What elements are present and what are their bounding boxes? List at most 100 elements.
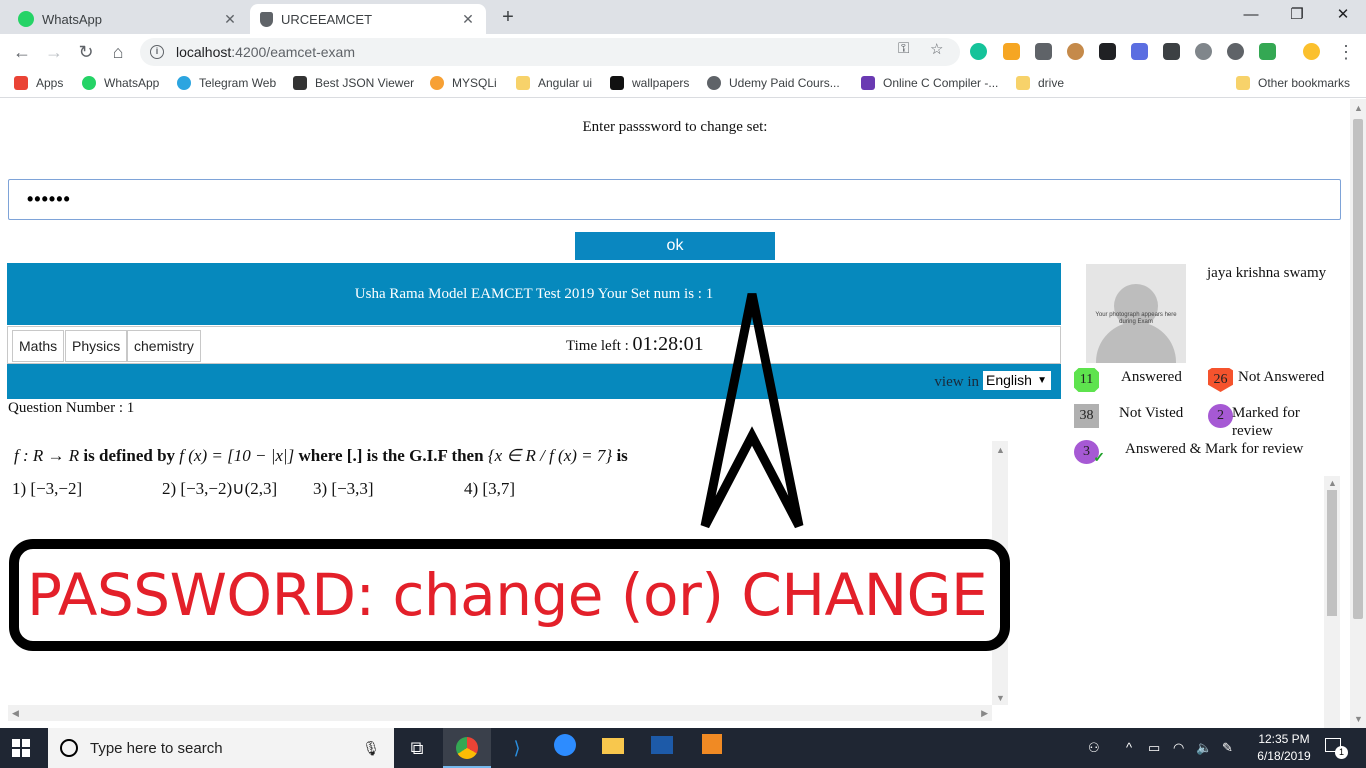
scroll-down-icon[interactable]: ▼: [996, 693, 1005, 703]
close-icon[interactable]: ✕: [222, 11, 238, 28]
clock-time: 12:35 PM: [1258, 732, 1310, 746]
exam-header: Usha Rama Model EAMCET Test 2019 Your Se…: [7, 263, 1061, 325]
option-1[interactable]: 1) [−3,−2]: [12, 479, 82, 499]
question-words: is: [612, 446, 628, 465]
wifi-icon[interactable]: ◠: [1173, 740, 1184, 756]
legend-answered-marked-label: Answered & Mark for review: [1125, 441, 1304, 457]
taskbar-search[interactable]: Type here to search 🎙: [48, 728, 394, 768]
wallpapers-icon: [610, 76, 624, 90]
extension-icon[interactable]: [1227, 43, 1244, 60]
bookmark-item[interactable]: Apps: [14, 76, 63, 90]
palette-scroll-thumb[interactable]: [1327, 490, 1337, 616]
cookie-icon[interactable]: [1067, 43, 1084, 60]
microphone-icon[interactable]: 🎙: [362, 740, 380, 757]
question-hscroll[interactable]: ◀ ▶: [8, 705, 992, 721]
other-bookmarks[interactable]: Other bookmarks: [1236, 76, 1350, 90]
bookmark-label: Udemy Paid Cours...: [729, 76, 840, 90]
bookmarks-bar: Apps WhatsApp Telegram Web Best JSON Vie…: [0, 70, 1366, 98]
palette-scrollbar[interactable]: ▲: [1324, 476, 1340, 728]
close-window-icon[interactable]: ✕: [1320, 0, 1366, 30]
ok-button[interactable]: ok: [575, 232, 775, 260]
sublime-icon[interactable]: [697, 734, 727, 762]
bookmark-item[interactable]: WhatsApp: [82, 76, 159, 90]
grammarly-icon[interactable]: [970, 43, 987, 60]
legend-count: 3: [1083, 444, 1090, 459]
info-icon[interactable]: i: [150, 45, 164, 59]
chrome-icon: [456, 737, 478, 759]
scroll-up-icon[interactable]: ▲: [1328, 478, 1337, 488]
scroll-left-icon[interactable]: ◀: [12, 708, 19, 719]
home-icon[interactable]: ⌂: [106, 40, 130, 64]
windows-start-icon[interactable]: [12, 739, 30, 757]
profile-icon[interactable]: [1303, 43, 1320, 60]
task-view-icon[interactable]: ⧉: [402, 734, 432, 762]
time-left: Time left : 01:28:01: [566, 333, 704, 356]
option-3[interactable]: 3) [−3,3]: [313, 479, 374, 499]
powershell-icon[interactable]: [647, 734, 677, 762]
notification-count: 1: [1335, 746, 1348, 759]
extension-icon[interactable]: [1163, 43, 1180, 60]
address-bar[interactable]: i localhost:4200/eamcet-exam: [140, 38, 960, 66]
page-scroll-thumb[interactable]: [1353, 119, 1363, 619]
scroll-up-icon[interactable]: ▲: [1354, 103, 1363, 113]
bookmark-item[interactable]: Angular ui: [516, 76, 592, 90]
annotation-arrow: [700, 293, 804, 529]
scroll-up-icon[interactable]: ▲: [996, 445, 1005, 455]
system-clock[interactable]: 12:35 PM 6/18/2019: [1252, 731, 1316, 765]
extension-icon[interactable]: [1003, 43, 1020, 60]
extension-icon[interactable]: [1099, 43, 1116, 60]
maximize-icon[interactable]: ❐: [1274, 0, 1320, 30]
menu-icon[interactable]: ⋮: [1334, 40, 1358, 64]
pen-icon[interactable]: ✎: [1222, 740, 1233, 756]
bookmark-item[interactable]: drive: [1016, 76, 1064, 90]
shield-icon[interactable]: [1259, 43, 1276, 60]
back-icon[interactable]: ←: [10, 40, 34, 64]
tab-physics[interactable]: Physics: [65, 330, 128, 362]
bookmark-item[interactable]: Best JSON Viewer: [293, 76, 414, 90]
subject-bar: Maths Physics chemistry Time left : 01:2…: [7, 326, 1061, 364]
close-icon[interactable]: ✕: [460, 11, 476, 28]
volume-icon[interactable]: 🔈: [1196, 740, 1212, 756]
scroll-down-icon[interactable]: ▼: [1354, 714, 1363, 724]
tab-chemistry[interactable]: chemistry: [127, 330, 201, 362]
file-explorer-icon[interactable]: [598, 734, 628, 762]
vscode-icon[interactable]: ⟩: [502, 734, 532, 762]
bookmark-item[interactable]: MYSQLi: [430, 76, 497, 90]
time-label: Time left :: [566, 338, 633, 354]
password-input[interactable]: ••••••: [8, 179, 1341, 220]
gear-icon[interactable]: [1195, 43, 1212, 60]
json-viewer-icon: [293, 76, 307, 90]
bookmark-item[interactable]: Udemy Paid Cours...: [707, 76, 840, 90]
extension-icon[interactable]: [1131, 43, 1148, 60]
bookmark-label: WhatsApp: [104, 76, 160, 90]
forward-icon[interactable]: →: [42, 40, 66, 64]
tab-whatsapp[interactable]: WhatsApp ✕: [8, 4, 248, 34]
zoom-icon[interactable]: [550, 734, 580, 762]
notification-icon[interactable]: 1: [1325, 738, 1348, 759]
new-tab-button[interactable]: +: [494, 5, 522, 29]
minimize-icon[interactable]: —: [1228, 0, 1274, 30]
chrome-taskbar-button[interactable]: [443, 728, 491, 768]
bookmark-item[interactable]: wallpapers: [610, 76, 689, 90]
legend-answered-label: Answered: [1121, 369, 1182, 385]
extension-icon[interactable]: [1035, 43, 1052, 60]
legend-marked-label: Marked for review: [1232, 405, 1300, 439]
language-select[interactable]: English ▼: [983, 371, 1051, 390]
bookmark-item[interactable]: Online C Compiler -...: [861, 76, 998, 90]
reload-icon[interactable]: ↻: [74, 40, 98, 64]
star-icon[interactable]: ☆: [930, 40, 943, 58]
tab-urceeamcet[interactable]: URCEEAMCET ✕: [250, 4, 486, 34]
people-icon[interactable]: ⚇: [1088, 740, 1100, 756]
chevron-up-icon[interactable]: ^: [1126, 740, 1132, 755]
page-scrollbar[interactable]: ▲ ▼: [1350, 99, 1366, 728]
key-icon[interactable]: ⚿: [898, 40, 909, 57]
question-math: f (x) = [10 − |x|]: [179, 446, 295, 465]
question-math: f : R → R: [14, 446, 80, 465]
option-4[interactable]: 4) [3,7]: [464, 479, 515, 499]
legend-answered-icon: 11: [1074, 368, 1099, 392]
option-2[interactable]: 2) [−3,−2)∪(2,3]: [162, 479, 277, 499]
bookmark-item[interactable]: Telegram Web: [177, 76, 276, 90]
battery-icon[interactable]: ▭: [1148, 740, 1160, 756]
scroll-right-icon[interactable]: ▶: [981, 708, 988, 719]
tab-maths[interactable]: Maths: [12, 330, 65, 362]
